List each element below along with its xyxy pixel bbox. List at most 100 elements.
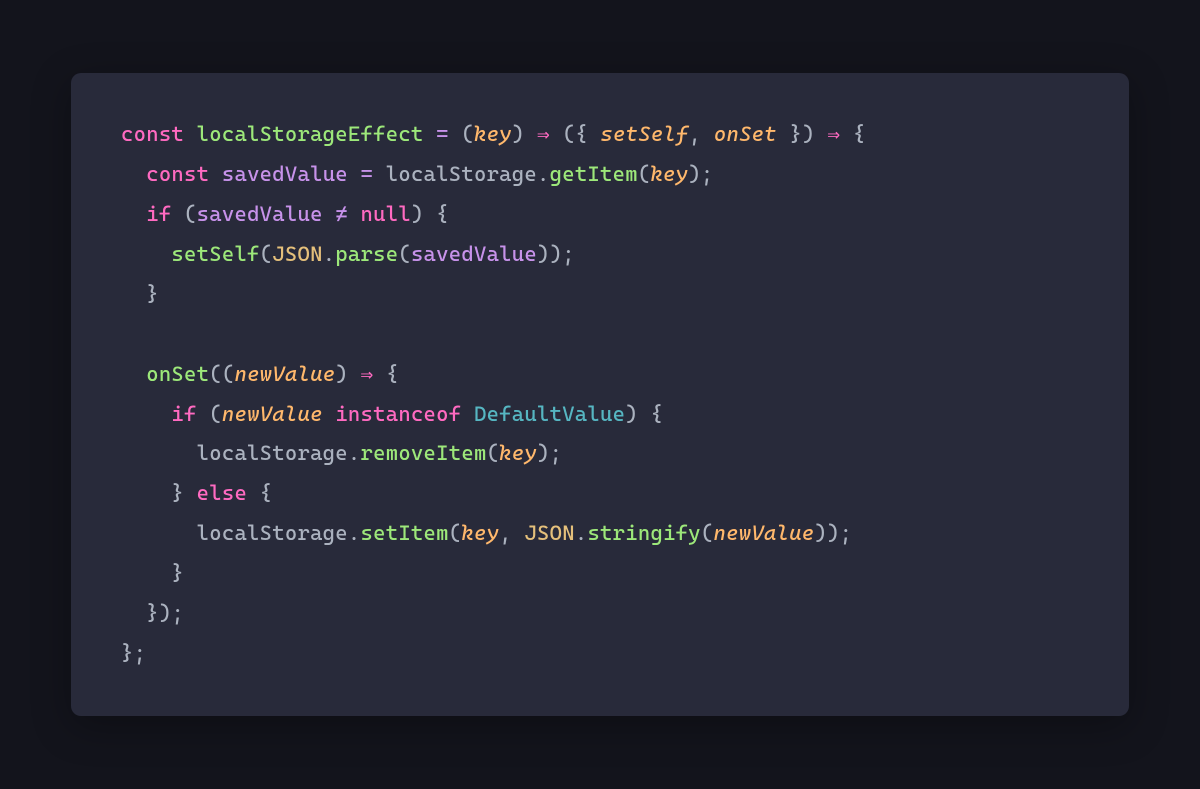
token-punc: ) bbox=[537, 441, 550, 465]
token-punc: { bbox=[436, 202, 449, 226]
token-punc: ( bbox=[209, 362, 222, 386]
token-param: key bbox=[474, 122, 512, 146]
token-param: key bbox=[499, 441, 537, 465]
token-punc: ) bbox=[625, 402, 638, 426]
token-prop: localStorage bbox=[197, 521, 348, 545]
token-punc: { bbox=[260, 481, 273, 505]
token-param: key bbox=[461, 521, 499, 545]
token-punc bbox=[638, 402, 651, 426]
token-punc bbox=[121, 202, 146, 226]
token-punc: ) bbox=[512, 122, 525, 146]
token-punc: { bbox=[386, 362, 399, 386]
token-kw: if bbox=[171, 402, 209, 426]
token-punc: ) bbox=[537, 242, 550, 266]
token-punc: ( bbox=[184, 202, 197, 226]
token-fn-call: getItem bbox=[550, 162, 638, 186]
token-punc: ) bbox=[827, 521, 840, 545]
code-panel: const localStorageEffect = (key) ⇒ ({ se… bbox=[71, 73, 1129, 715]
token-punc: . bbox=[323, 242, 336, 266]
token-param: key bbox=[650, 162, 688, 186]
token-punc: { bbox=[575, 122, 600, 146]
token-punc: . bbox=[537, 162, 550, 186]
code-content: const localStorageEffect = (key) ⇒ ({ se… bbox=[121, 122, 866, 665]
token-punc: ; bbox=[550, 441, 563, 465]
token-punc bbox=[121, 282, 146, 306]
token-op: ≠ bbox=[335, 202, 348, 226]
token-punc: ) bbox=[411, 202, 424, 226]
token-param: onSet bbox=[714, 122, 777, 146]
token-punc: ( bbox=[563, 122, 576, 146]
token-punc: ) bbox=[159, 601, 172, 625]
token-punc: , bbox=[499, 521, 512, 545]
token-punc bbox=[449, 122, 462, 146]
token-punc bbox=[121, 601, 146, 625]
token-punc bbox=[121, 162, 146, 186]
token-param: setSelf bbox=[600, 122, 688, 146]
token-punc: ( bbox=[638, 162, 651, 186]
token-punc: ; bbox=[171, 601, 184, 625]
token-punc: } bbox=[777, 122, 802, 146]
token-var: savedValue bbox=[411, 242, 537, 266]
token-op: = bbox=[436, 122, 449, 146]
token-punc: { bbox=[650, 402, 663, 426]
token-punc: . bbox=[348, 521, 361, 545]
token-punc: } bbox=[171, 481, 184, 505]
token-fn-call: parse bbox=[335, 242, 398, 266]
token-punc: ( bbox=[398, 242, 411, 266]
token-param: newValue bbox=[234, 362, 335, 386]
token-obj: JSON bbox=[272, 242, 322, 266]
token-punc bbox=[121, 481, 171, 505]
token-punc: ; bbox=[840, 521, 853, 545]
token-kw: else bbox=[197, 481, 260, 505]
token-punc: } bbox=[146, 282, 159, 306]
token-punc: } bbox=[171, 561, 184, 585]
token-kw: const bbox=[146, 162, 222, 186]
token-punc: ( bbox=[209, 402, 222, 426]
token-fn-call: onSet bbox=[146, 362, 209, 386]
token-punc bbox=[348, 162, 361, 186]
token-punc bbox=[348, 362, 361, 386]
token-punc bbox=[424, 122, 437, 146]
token-punc: ) bbox=[335, 362, 348, 386]
token-punc bbox=[121, 362, 146, 386]
token-punc bbox=[701, 122, 714, 146]
token-arrow: ⇒ bbox=[827, 122, 840, 146]
token-punc: ; bbox=[701, 162, 714, 186]
token-punc bbox=[512, 521, 525, 545]
token-punc bbox=[424, 202, 437, 226]
token-punc bbox=[373, 362, 386, 386]
token-punc: ( bbox=[701, 521, 714, 545]
token-param: newValue bbox=[714, 521, 815, 545]
token-punc bbox=[121, 561, 171, 585]
token-punc: ( bbox=[222, 362, 235, 386]
token-arrow: ⇒ bbox=[537, 122, 550, 146]
token-punc: ) bbox=[550, 242, 563, 266]
token-punc bbox=[121, 242, 171, 266]
token-punc bbox=[121, 441, 197, 465]
token-punc bbox=[121, 402, 171, 426]
token-var: savedValue bbox=[222, 162, 348, 186]
token-punc bbox=[348, 202, 361, 226]
token-punc: ; bbox=[562, 242, 575, 266]
token-punc bbox=[323, 402, 336, 426]
token-punc: ) bbox=[688, 162, 701, 186]
token-punc bbox=[840, 122, 853, 146]
token-punc: . bbox=[575, 521, 588, 545]
token-fn-call: setItem bbox=[361, 521, 449, 545]
token-punc bbox=[184, 481, 197, 505]
token-punc: } bbox=[146, 601, 159, 625]
token-punc: . bbox=[348, 441, 361, 465]
token-var: savedValue bbox=[197, 202, 323, 226]
token-arrow: ⇒ bbox=[361, 362, 374, 386]
token-punc bbox=[121, 521, 197, 545]
token-kw: if bbox=[146, 202, 184, 226]
token-kw: instanceof bbox=[335, 402, 474, 426]
code-block: const localStorageEffect = (key) ⇒ ({ se… bbox=[121, 115, 1079, 673]
token-punc bbox=[373, 162, 386, 186]
token-op: = bbox=[361, 162, 374, 186]
token-punc bbox=[815, 122, 828, 146]
token-fn-call: removeItem bbox=[361, 441, 487, 465]
token-param: newValue bbox=[222, 402, 323, 426]
token-kw: null bbox=[361, 202, 411, 226]
token-punc bbox=[524, 122, 537, 146]
